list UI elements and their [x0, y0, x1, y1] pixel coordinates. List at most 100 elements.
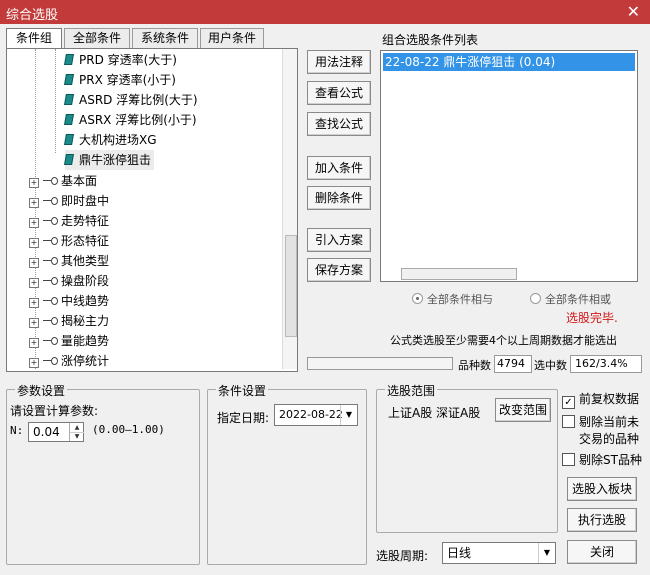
tab-all-conditions[interactable]: 全部条件: [64, 28, 130, 48]
exclude-st-checkbox[interactable]: 剔除ST品种: [562, 451, 642, 468]
tree-leaf[interactable]: 大机构进场XG: [64, 130, 157, 150]
tree-group-label: 中线趋势: [61, 294, 110, 308]
exclude-untraded-label-line2: 交易的品种: [579, 432, 640, 446]
expand-icon[interactable]: +: [29, 358, 39, 368]
tree-group[interactable]: + 量能趋势: [29, 331, 109, 351]
tree-group[interactable]: + 揭秘主力: [29, 311, 109, 331]
params-prompt: 请设置计算参数:: [10, 404, 99, 418]
tree-leaf-selected[interactable]: 鼎牛涨停狙击: [64, 150, 155, 170]
add-condition-button[interactable]: 加入条件: [307, 156, 371, 180]
tree-group-label: 其他类型: [61, 254, 110, 268]
chevron-down-icon[interactable]: ▼: [538, 543, 555, 563]
delete-condition-button[interactable]: 删除条件: [307, 186, 371, 210]
condition-list-hscroll[interactable]: [401, 268, 517, 280]
tree-group[interactable]: + 中线趋势: [29, 291, 109, 311]
tree-scrollbar-thumb[interactable]: [285, 235, 297, 337]
n-spinner[interactable]: ▲ ▼: [69, 423, 84, 441]
period-label: 选股周期:: [376, 549, 429, 563]
exclude-st-label: 剔除ST品种: [579, 453, 642, 467]
and-radio-label: 全部条件相与: [427, 293, 493, 306]
expand-icon[interactable]: +: [29, 278, 39, 288]
key-icon: [43, 197, 58, 205]
import-scheme-button[interactable]: 引入方案: [307, 228, 371, 252]
tab-system-conditions[interactable]: 系统条件: [132, 28, 198, 48]
expand-icon[interactable]: +: [29, 198, 39, 208]
execute-button[interactable]: 执行选股: [567, 508, 637, 532]
usage-notes-button[interactable]: 用法注释: [307, 50, 371, 74]
tree-group[interactable]: + 操盘阶段: [29, 271, 109, 291]
spin-down-icon[interactable]: ▼: [70, 432, 84, 441]
period-select[interactable]: 日线 ▼: [442, 542, 556, 564]
tree-group[interactable]: + 形态特征: [29, 231, 109, 251]
n-label: N:: [10, 424, 24, 437]
n-input-value: 0.04: [33, 425, 60, 439]
condition-list-item[interactable]: 22-08-22 鼎牛涨停狙击 (0.04): [383, 53, 635, 71]
find-formula-button[interactable]: 查找公式: [307, 112, 371, 136]
expand-icon[interactable]: +: [29, 258, 39, 268]
expand-icon[interactable]: +: [29, 238, 39, 248]
n-input[interactable]: 0.04 ▲ ▼: [28, 422, 84, 442]
tree-leaf-label: ASRX 浮筹比例(小于): [79, 113, 197, 127]
formula-icon: [64, 154, 74, 165]
condition-list[interactable]: 22-08-22 鼎牛涨停狙击 (0.04): [380, 50, 638, 282]
forward-adjust-label: 前复权数据: [579, 392, 640, 406]
progress-bar: [307, 357, 453, 370]
view-formula-button[interactable]: 查看公式: [307, 81, 371, 105]
tree-leaf[interactable]: PRX 穿透率(小于): [64, 70, 176, 90]
tree-leaf[interactable]: ASRD 浮筹比例(大于): [64, 90, 198, 110]
forward-adjust-checkbox[interactable]: ✓ 前复权数据: [562, 390, 639, 409]
expand-icon[interactable]: +: [29, 218, 39, 228]
formula-icon: [64, 134, 74, 145]
tree-scrollbar[interactable]: [282, 49, 297, 369]
key-icon: [43, 277, 58, 285]
stock-screener-window: 综合选股 ✕ 条件组 全部条件 系统条件 用户条件 PRD 穿透率(大于) PR…: [0, 0, 650, 575]
key-icon: [43, 297, 58, 305]
chevron-down-icon[interactable]: ▼: [340, 405, 357, 425]
expand-icon[interactable]: +: [29, 298, 39, 308]
exclude-untraded-checkbox[interactable]: 剔除当前未: [562, 413, 639, 430]
tree-leaf[interactable]: PRD 穿透率(大于): [64, 50, 177, 70]
formula-icon: [64, 74, 74, 85]
tree-leaf-label: ASRD 浮筹比例(大于): [79, 93, 198, 107]
to-block-button[interactable]: 选股入板块: [567, 477, 637, 501]
expand-icon[interactable]: +: [29, 338, 39, 348]
and-radio[interactable]: 全部条件相与: [412, 291, 493, 307]
range-text: 上证A股 深证A股: [388, 406, 481, 420]
tab-user-conditions[interactable]: 用户条件: [200, 28, 264, 48]
tab-condition-group[interactable]: 条件组: [6, 28, 62, 49]
close-icon[interactable]: ✕: [627, 2, 640, 21]
key-icon: [43, 257, 58, 265]
tree-group[interactable]: + 涨停统计: [29, 351, 109, 371]
expand-icon[interactable]: +: [29, 318, 39, 328]
close-button[interactable]: 关闭: [567, 540, 637, 564]
tree-leaf-label: PRD 穿透率(大于): [79, 53, 177, 67]
change-range-button[interactable]: 改变范围: [495, 398, 551, 422]
or-radio-label: 全部条件相或: [545, 293, 611, 306]
tree-group-label: 揭秘主力: [61, 314, 110, 328]
condition-list-label: 组合选股条件列表: [382, 33, 479, 47]
save-scheme-button[interactable]: 保存方案: [307, 258, 371, 282]
tree-group-label: 基本面: [61, 174, 98, 188]
title-bar: 综合选股 ✕: [0, 0, 650, 24]
window-title: 综合选股: [6, 8, 59, 23]
date-picker[interactable]: 2022-08-22 ▼: [274, 404, 358, 426]
formula-notice: 公式类选股至少需要4个以上周期数据才能选出: [390, 334, 617, 347]
tree-group[interactable]: + 走势特征: [29, 211, 109, 231]
checkbox-box: [562, 453, 575, 466]
tree-group[interactable]: + 基本面: [29, 171, 97, 191]
n-range: (0.00—1.00): [92, 423, 165, 436]
variety-count-label: 品种数: [458, 359, 491, 372]
key-icon: [43, 357, 58, 365]
or-radio[interactable]: 全部条件相或: [530, 291, 611, 307]
tree-group-label: 操盘阶段: [61, 274, 110, 288]
tree-group[interactable]: + 即时盘中: [29, 191, 109, 211]
tree-leaf-label: 鼎牛涨停狙击: [79, 153, 152, 167]
radio-dot: [530, 293, 541, 304]
condition-tree: PRD 穿透率(大于) PRX 穿透率(小于) ASRD 浮筹比例(大于) AS…: [6, 48, 298, 372]
expand-icon[interactable]: +: [29, 178, 39, 188]
condition-settings-title: 条件设置: [216, 382, 269, 399]
tree-group[interactable]: + 其他类型: [29, 251, 109, 271]
selected-count-label: 选中数: [534, 359, 567, 372]
tree-leaf[interactable]: ASRX 浮筹比例(小于): [64, 110, 197, 130]
key-icon: [43, 317, 58, 325]
